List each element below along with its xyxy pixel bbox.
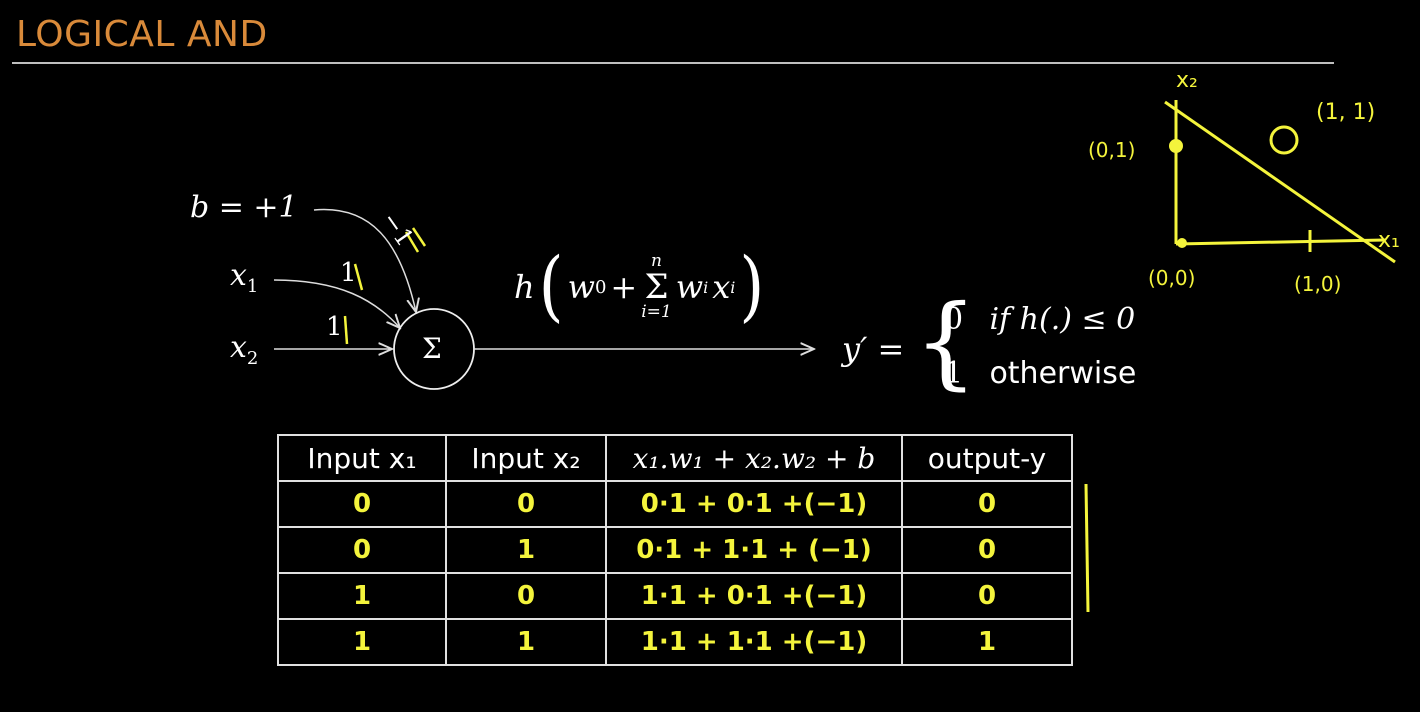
case-1: 0 if h(.) ≤ 0 [944, 302, 1136, 337]
plot-axis-x1: x₁ [1378, 228, 1400, 253]
plot-axis-x2: x₂ [1176, 68, 1198, 93]
weight-x1: 1 [340, 258, 357, 288]
cell-sum: 0·1 + 1·1 + (−1) [605, 526, 903, 574]
cell-x2: 0 [445, 480, 607, 528]
plot-point-11: (1, 1) [1316, 100, 1376, 125]
cell-sum: 1·1 + 1·1 +(−1) [605, 618, 903, 666]
table-row: 1 0 1·1 + 0·1 +(−1) 0 [277, 572, 1073, 620]
cell-output: 0 [901, 572, 1073, 620]
x1-label: x1 [230, 258, 259, 297]
plot-point-00: (0,0) [1148, 266, 1196, 290]
header-output-y: output-y [901, 434, 1073, 482]
header-weighted-sum: x₁.w₁ + x₂.w₂ + b [605, 434, 903, 482]
bias-label: b = +1 [190, 190, 298, 225]
header-input-x2: Input x₂ [445, 434, 607, 482]
table-bracket [1084, 483, 1090, 613]
activation-function: h ( w0 + n Σ i=1 wi xi ) [514, 242, 765, 332]
cell-x2: 1 [445, 526, 607, 574]
cell-x1: 0 [277, 526, 447, 574]
cell-x1: 1 [277, 618, 447, 666]
cell-output: 0 [901, 480, 1073, 528]
plot-point-01: (0,1) [1088, 138, 1136, 162]
x2-label: x2 [230, 330, 259, 369]
cell-sum: 1·1 + 0·1 +(−1) [605, 572, 903, 620]
table-row: 0 1 0·1 + 1·1 + (−1) 0 [277, 526, 1073, 574]
cell-x2: 0 [445, 572, 607, 620]
weight-x2: 1 [326, 312, 343, 342]
truth-table: Input x₁ Input x₂ x₁.w₁ + x₂.w₂ + b outp… [277, 434, 1073, 666]
cell-output: 1 [901, 618, 1073, 666]
case-2: 1 otherwise [944, 356, 1137, 391]
table-row: 0 0 0·1 + 0·1 +(−1) 0 [277, 480, 1073, 528]
cell-x2: 1 [445, 618, 607, 666]
table-row: 1 1 1·1 + 1·1 +(−1) 1 [277, 618, 1073, 666]
header-input-x1: Input x₁ [277, 434, 447, 482]
cell-x1: 1 [277, 572, 447, 620]
sum-symbol: Σ [422, 332, 442, 365]
table-header-row: Input x₁ Input x₂ x₁.w₁ + x₂.w₂ + b outp… [277, 434, 1073, 482]
plot-point-10: (1,0) [1294, 272, 1342, 296]
cell-sum: 0·1 + 0·1 +(−1) [605, 480, 903, 528]
cell-x1: 0 [277, 480, 447, 528]
cell-output: 0 [901, 526, 1073, 574]
output-variable: y′ = [842, 330, 905, 368]
